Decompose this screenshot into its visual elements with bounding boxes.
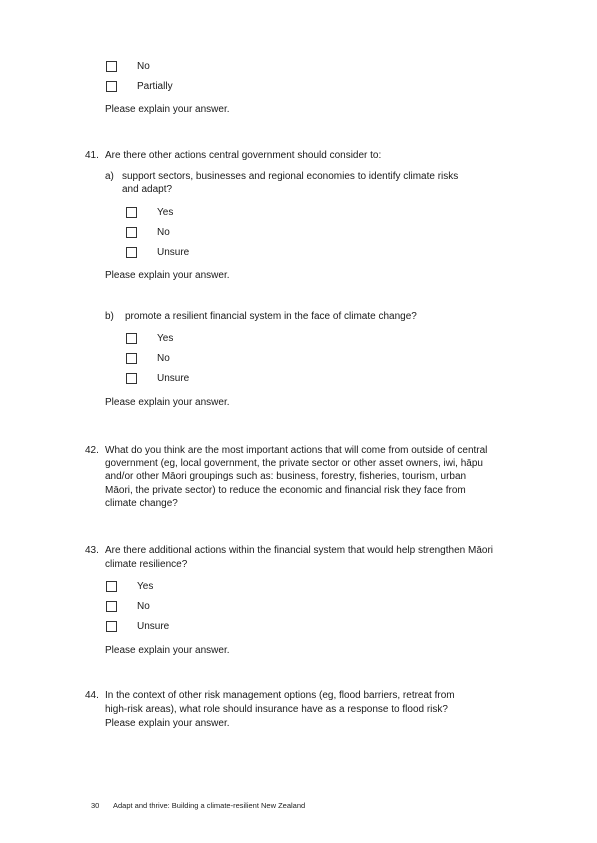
document-title: Adapt and thrive: Building a climate-res… [113,801,306,810]
question-text-line: high-risk areas), what role should insur… [105,704,448,715]
question-number: 43. [85,545,99,556]
option-label: No [157,227,170,238]
question-number: 42. [85,445,99,456]
explain-prompt: Please explain your answer. [105,104,230,115]
subquestion-label: b) [105,311,114,322]
question-text-line: government (eg, local government, the pr… [105,458,483,469]
page-number: 30 [91,801,100,810]
option-label: No [137,61,150,72]
checkbox-no[interactable] [126,227,137,238]
checkbox-no[interactable] [106,61,117,72]
question-text-line: and/or other Māori groupings such as: bu… [105,471,467,482]
question-text-line: Please explain your answer. [105,718,230,729]
checkbox-partially[interactable] [106,81,117,92]
checkbox-unsure[interactable] [126,373,137,384]
option-label: Unsure [157,373,190,384]
option-label: No [137,601,150,612]
checkbox-yes[interactable] [126,207,137,218]
checkbox-no[interactable] [106,601,117,612]
subquestion-text: promote a resilient financial system in … [125,311,417,322]
subquestion-text: and adapt? [122,184,173,195]
subquestion-text: support sectors, businesses and regional… [122,171,459,182]
checkbox-yes[interactable] [106,581,117,592]
option-label: Yes [157,207,174,218]
explain-prompt: Please explain your answer. [105,397,230,408]
question-text: Are there other actions central governme… [105,150,382,161]
checkbox-unsure[interactable] [106,621,117,632]
explain-prompt: Please explain your answer. [105,645,230,656]
option-label: No [157,353,170,364]
checkbox-unsure[interactable] [126,247,137,258]
question-text-line: climate change? [105,498,178,509]
option-label: Partially [137,81,173,92]
subquestion-label: a) [105,171,114,182]
option-label: Unsure [137,621,170,632]
question-number: 41. [85,150,99,161]
option-label: Yes [137,581,154,592]
question-text-line: In the context of other risk management … [105,690,455,701]
question-text-line: What do you think are the most important… [105,445,488,456]
option-label: Unsure [157,247,190,258]
option-label: Yes [157,333,174,344]
question-text-line: Māori, the private sector) to reduce the… [105,485,466,496]
question-number: 44. [85,690,99,701]
question-text-line: climate resilience? [105,559,188,570]
question-text-line: Are there additional actions within the … [105,545,493,556]
checkbox-no[interactable] [126,353,137,364]
checkbox-yes[interactable] [126,333,137,344]
explain-prompt: Please explain your answer. [105,270,230,281]
